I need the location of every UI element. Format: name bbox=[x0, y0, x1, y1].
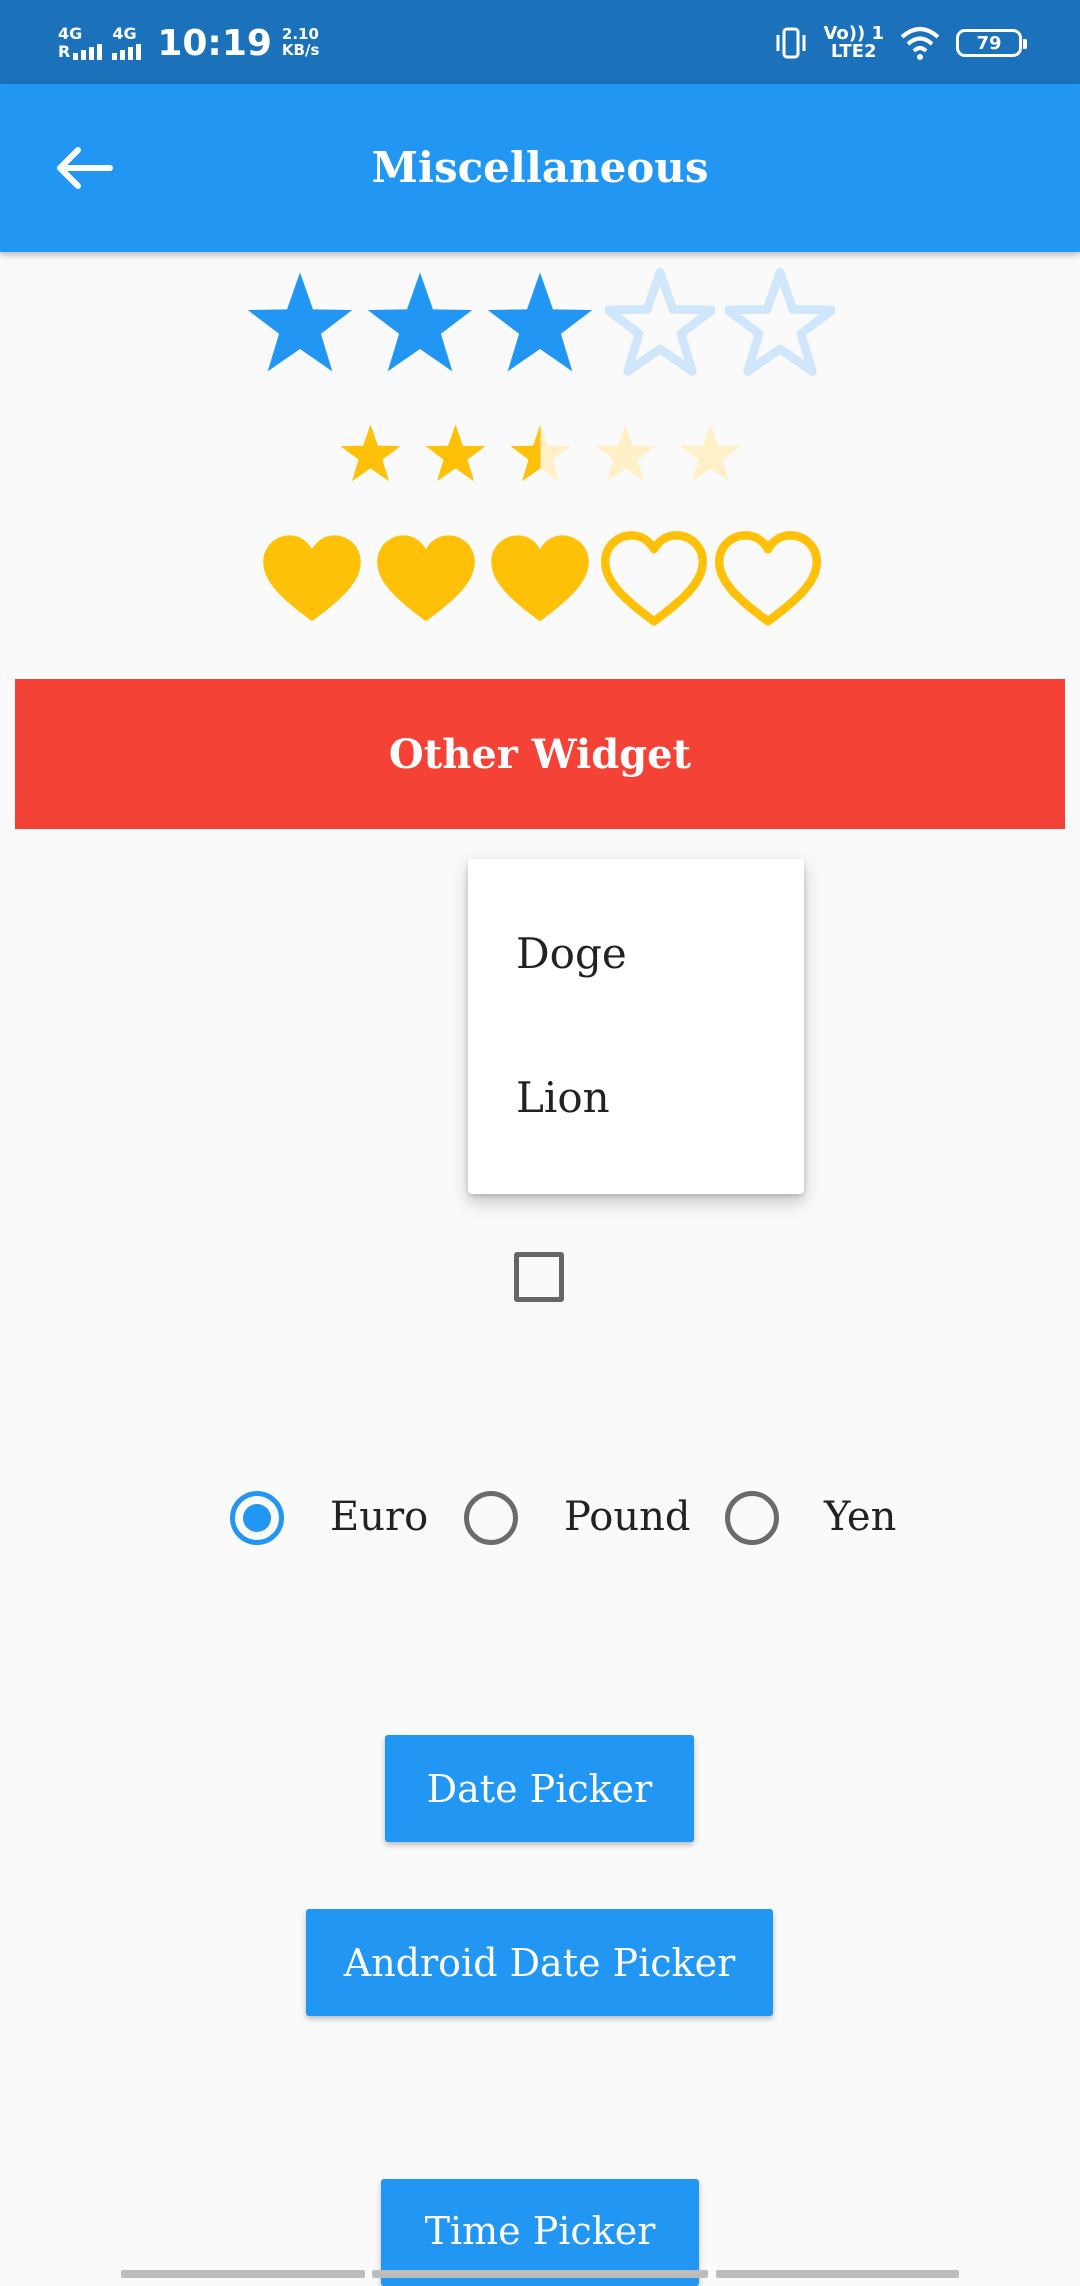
volte-bottom: LTE2 bbox=[830, 41, 877, 62]
star-icon[interactable] bbox=[365, 268, 475, 378]
signal-icon bbox=[112, 44, 142, 60]
sim1-signal: 4G R bbox=[58, 24, 103, 61]
date-picker-button[interactable]: Date Picker bbox=[385, 1735, 694, 1842]
heart-icon[interactable] bbox=[601, 528, 707, 634]
bottom-divider bbox=[716, 2270, 959, 2278]
banner-label: Other Widget bbox=[388, 730, 692, 778]
radio-yen[interactable] bbox=[725, 1491, 779, 1545]
star-icon[interactable] bbox=[245, 268, 355, 378]
android-date-picker-button[interactable]: Android Date Picker bbox=[306, 1909, 773, 2016]
star-rating-large[interactable] bbox=[0, 268, 1080, 378]
star-icon[interactable] bbox=[339, 422, 402, 485]
menu-item-doge[interactable]: Doge bbox=[516, 929, 627, 978]
star-icon[interactable] bbox=[605, 268, 715, 378]
star-icon[interactable] bbox=[424, 422, 487, 485]
heart-icon[interactable] bbox=[487, 528, 593, 634]
time-picker-label: Time Picker bbox=[424, 2209, 656, 2253]
star-icon[interactable] bbox=[594, 422, 657, 485]
radio-pound-label[interactable]: Pound bbox=[564, 1494, 691, 1540]
bottom-divider bbox=[121, 2270, 365, 2278]
heart-icon[interactable] bbox=[373, 528, 479, 634]
heart-icon[interactable] bbox=[715, 528, 821, 634]
star-icon[interactable] bbox=[509, 422, 572, 485]
sim2-network-label: 4G bbox=[112, 24, 137, 43]
bottom-divider bbox=[372, 2270, 708, 2278]
speed-unit: KB/s bbox=[281, 41, 320, 59]
sim2-signal: 4G bbox=[112, 24, 142, 60]
status-bar: 4G R 4G 10:19 2.10 KB/s Vo)) 1 LTE2 79 bbox=[0, 0, 1080, 84]
date-picker-label: Date Picker bbox=[426, 1766, 653, 1811]
battery-level: 79 bbox=[976, 32, 1002, 54]
star-rating-small[interactable] bbox=[0, 422, 1080, 485]
currency-radio-group: Euro Pound Yen bbox=[0, 1490, 1080, 1546]
star-icon[interactable] bbox=[485, 268, 595, 378]
signal-icon: R bbox=[58, 42, 103, 61]
dropdown-menu: Doge Lion bbox=[468, 859, 804, 1194]
checkbox[interactable] bbox=[514, 1252, 564, 1302]
network-speed: 2.10 KB/s bbox=[281, 26, 320, 59]
status-right: Vo)) 1 LTE2 79 bbox=[773, 18, 1027, 68]
volte-indicator: Vo)) 1 LTE2 bbox=[823, 25, 884, 61]
roaming-label: R bbox=[58, 42, 71, 61]
star-icon[interactable] bbox=[725, 268, 835, 378]
menu-item-lion[interactable]: Lion bbox=[516, 1073, 610, 1122]
heart-rating[interactable] bbox=[0, 528, 1080, 634]
page-title: Miscellaneous bbox=[371, 143, 709, 192]
heart-icon[interactable] bbox=[259, 528, 365, 634]
vibrate-icon bbox=[776, 27, 806, 59]
status-left: 4G R 4G 10:19 2.10 KB/s bbox=[58, 18, 319, 68]
sim1-network-label: 4G bbox=[58, 24, 83, 43]
star-icon[interactable] bbox=[679, 422, 742, 485]
wifi-icon bbox=[900, 27, 940, 60]
battery-icon: 79 bbox=[956, 29, 1027, 57]
radio-euro-label[interactable]: Euro bbox=[330, 1494, 428, 1540]
app-bar: Miscellaneous bbox=[0, 84, 1080, 252]
android-date-picker-label: Android Date Picker bbox=[343, 1940, 736, 1985]
radio-yen-label[interactable]: Yen bbox=[824, 1494, 896, 1540]
other-widget-banner: Other Widget bbox=[15, 679, 1065, 829]
radio-pound[interactable] bbox=[464, 1491, 518, 1545]
clock: 10:19 bbox=[157, 22, 272, 64]
radio-euro[interactable] bbox=[230, 1491, 284, 1545]
